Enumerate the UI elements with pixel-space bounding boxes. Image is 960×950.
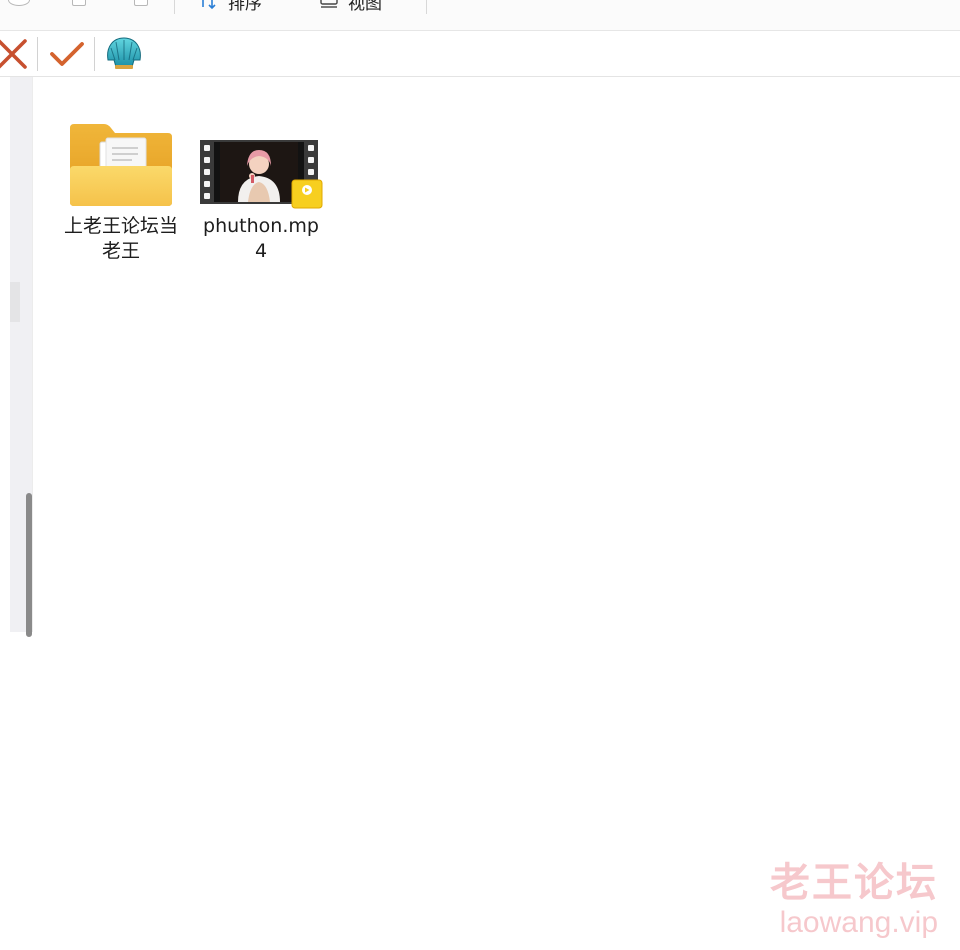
actionbar-separator (94, 37, 95, 71)
video-file-icon (200, 140, 323, 209)
close-x-icon (0, 39, 27, 69)
video-file-item[interactable]: phuthon.mp4 (196, 100, 326, 264)
checkmark-icon (50, 42, 84, 66)
folder-thumbnail (56, 100, 186, 210)
view-label: 视图 (348, 0, 382, 14)
navigation-pane (10, 77, 32, 637)
actionbar-separator (37, 37, 38, 71)
navigation-pane-tab[interactable] (10, 282, 20, 322)
folder-item[interactable]: 上老王论坛当老王 (56, 100, 186, 264)
view-icon (320, 0, 338, 8)
folder-icon (70, 124, 172, 206)
quick-action-bar (0, 31, 960, 77)
shell-button[interactable] (100, 33, 148, 75)
sort-icon (202, 0, 216, 10)
file-list-area: 上老王论坛当老王 phuthon.mp4 (34, 78, 960, 938)
video-thumbnail (196, 100, 326, 210)
shell-icon (107, 37, 141, 69)
ribbon-stub-icon[interactable] (8, 0, 30, 6)
close-button[interactable] (0, 33, 34, 75)
ribbon-stub-icon[interactable] (72, 0, 86, 6)
pane-divider[interactable] (32, 77, 33, 632)
confirm-button[interactable] (44, 33, 90, 75)
folder-name[interactable]: 上老王论坛当老王 (61, 214, 181, 264)
ribbon-separator (174, 0, 175, 14)
video-file-name[interactable]: phuthon.mp4 (201, 214, 321, 264)
ribbon-toolbar: 排序 视图 (0, 0, 960, 31)
file-explorer-window: 排序 视图 上老王论坛当老王 phuthon.mp4 老王论坛 laowang.… (0, 0, 960, 950)
view-button[interactable]: 视图 (320, 0, 382, 14)
sort-label: 排序 (228, 0, 262, 14)
ribbon-separator (426, 0, 427, 14)
sort-button[interactable]: 排序 (198, 0, 262, 14)
ribbon-stub-icon[interactable] (134, 0, 148, 6)
